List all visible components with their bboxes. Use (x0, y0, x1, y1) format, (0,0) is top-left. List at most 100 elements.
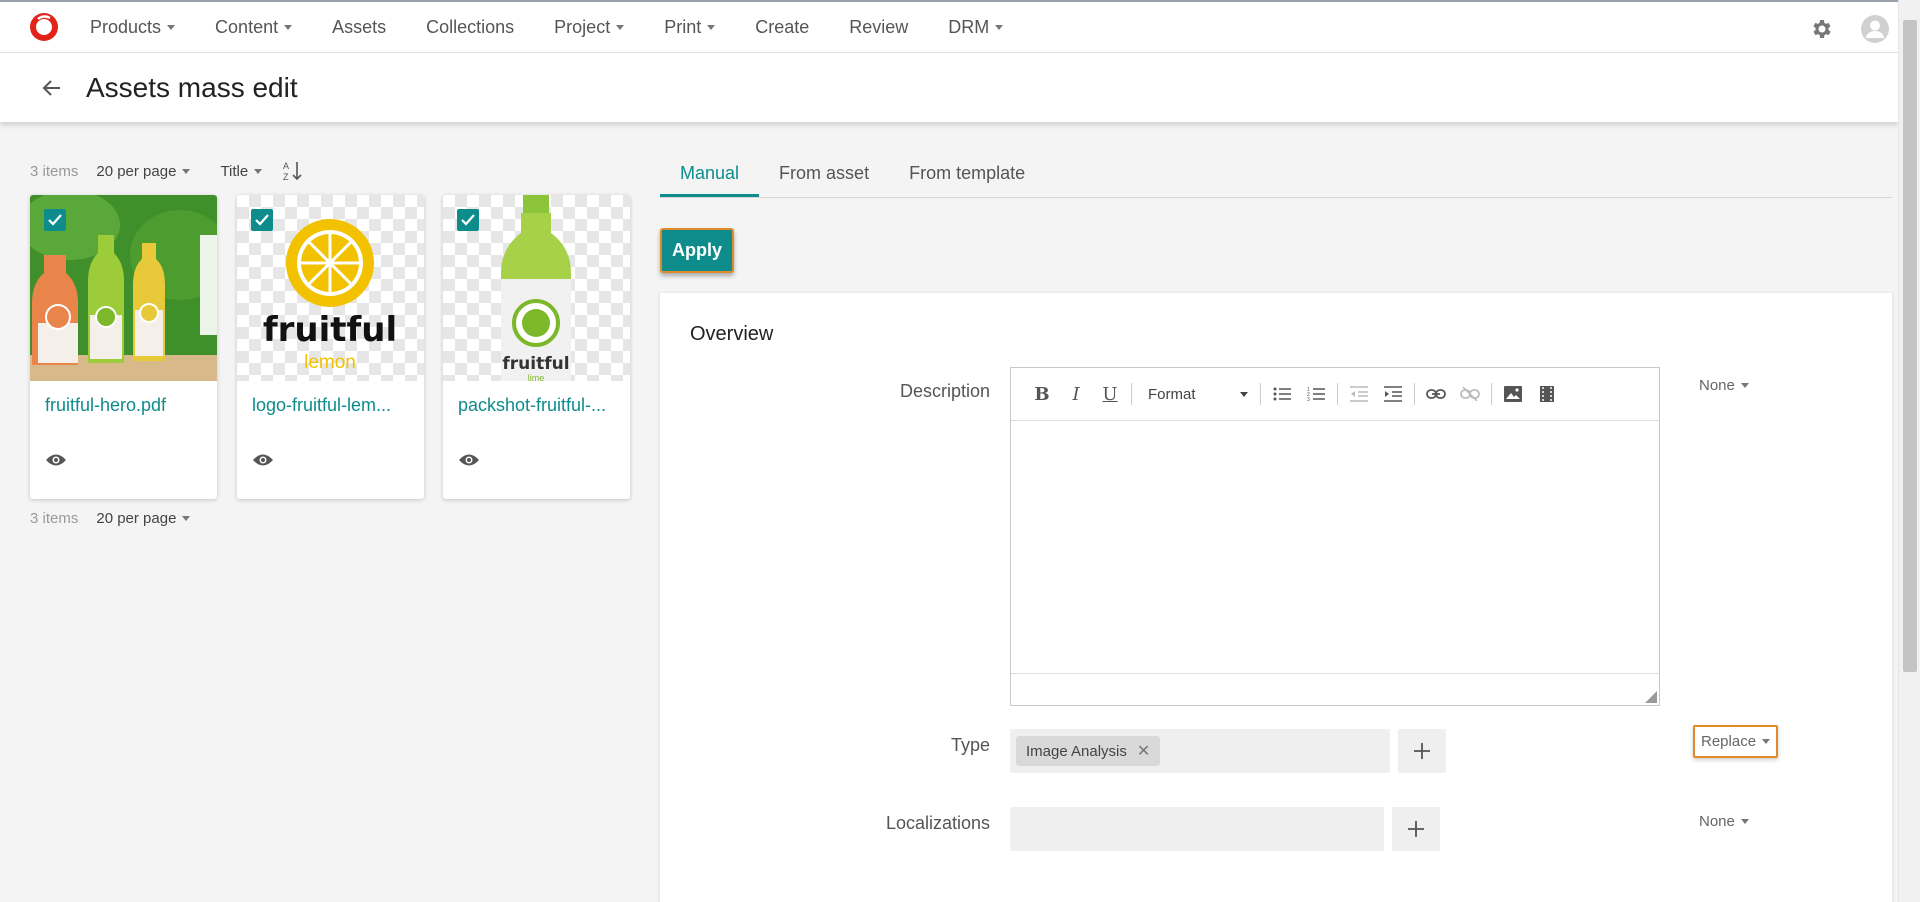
plus-icon (1408, 821, 1424, 837)
italic-icon[interactable]: I (1059, 379, 1093, 409)
underline-icon[interactable]: U (1093, 379, 1127, 409)
type-tag-input[interactable]: Image Analysis ✕ (1010, 729, 1390, 773)
asset-card[interactable]: fruitful-hero.pdf (30, 195, 217, 499)
asset-card[interactable]: fruitful lemon logo-fruitful-lem... (237, 195, 424, 499)
chevron-down-icon (167, 24, 176, 30)
logo-variant-text: lemon (304, 352, 356, 373)
nav-drm[interactable]: DRM (948, 16, 1004, 38)
tab-from-template[interactable]: From template (889, 152, 1045, 197)
localizations-mode-select[interactable]: None (1699, 813, 1749, 830)
indent-icon[interactable] (1376, 379, 1410, 409)
asset-card[interactable]: fruitful lime packshot-fruitful-... (443, 195, 630, 499)
back-arrow-icon[interactable] (40, 76, 64, 100)
chevron-down-icon (1762, 739, 1771, 744)
video-icon[interactable] (1530, 379, 1564, 409)
nav-project[interactable]: Project (554, 17, 625, 38)
nav-label: Create (755, 16, 810, 37)
toolbar-divider (1131, 383, 1132, 405)
nav-right (1810, 2, 1890, 55)
list-toolbar-bottom: 3 items 20 per page (30, 510, 220, 527)
description-editor: B I U Format 123 (1010, 367, 1660, 706)
asset-thumbnail[interactable]: fruitful lemon (237, 195, 424, 381)
nav-collections[interactable]: Collections (426, 17, 514, 38)
format-select[interactable]: Format (1136, 386, 1256, 403)
nav-label: DRM (948, 16, 990, 37)
toolbar-divider (1260, 383, 1261, 405)
packshot-brand-text: fruitful (502, 354, 569, 374)
apply-button[interactable]: Apply (660, 228, 734, 273)
tag-label: Image Analysis (1026, 742, 1127, 760)
sort-label: Title (220, 162, 249, 180)
nav-products[interactable]: Products (90, 16, 176, 38)
edit-mode-tabs: Manual From asset From template (660, 152, 1892, 198)
nav-label: Content (215, 16, 279, 37)
checkmark-icon (48, 214, 62, 226)
description-mode-select[interactable]: None (1699, 377, 1749, 394)
outdent-icon[interactable] (1342, 379, 1376, 409)
image-icon[interactable] (1496, 379, 1530, 409)
add-type-button[interactable] (1398, 729, 1446, 773)
asset-name-link[interactable]: packshot-fruitful-... (458, 395, 606, 416)
select-checkbox[interactable] (251, 209, 273, 231)
chevron-down-icon (1740, 819, 1749, 824)
bullet-list-icon[interactable] (1265, 379, 1299, 409)
user-avatar-icon[interactable] (1860, 14, 1890, 44)
asset-name-link[interactable]: fruitful-hero.pdf (45, 395, 166, 416)
select-checkbox[interactable] (457, 209, 479, 231)
chevron-down-icon (254, 168, 263, 174)
nav-create[interactable]: Create (755, 17, 809, 38)
localizations-tag-input[interactable] (1010, 807, 1384, 851)
checkmark-icon (255, 214, 269, 226)
editor-statusbar (1011, 673, 1659, 705)
plus-icon (1414, 743, 1430, 759)
svg-text:A: A (283, 161, 289, 171)
per-page-select[interactable]: 20 per page (96, 163, 191, 180)
toolbar-divider (1414, 383, 1415, 405)
page-scrollbar[interactable] (1898, 0, 1920, 902)
tab-from-asset[interactable]: From asset (759, 152, 889, 197)
format-label: Format (1148, 385, 1196, 403)
eye-icon[interactable] (458, 452, 480, 468)
unlink-icon[interactable] (1453, 379, 1487, 409)
editor-toolbar: B I U Format 123 (1011, 368, 1659, 421)
section-title: Overview (690, 323, 774, 345)
nav-print[interactable]: Print (664, 16, 716, 38)
close-icon[interactable]: ✕ (1137, 741, 1150, 761)
scrollbar-thumb[interactable] (1903, 20, 1917, 672)
sort-by-select[interactable]: Title (220, 162, 263, 180)
eye-icon[interactable] (252, 452, 274, 468)
bold-icon[interactable]: B (1025, 379, 1059, 409)
asset-thumbnail[interactable] (30, 195, 217, 381)
svg-text:3: 3 (1307, 397, 1310, 402)
asset-name-link[interactable]: logo-fruitful-lem... (252, 395, 391, 416)
toolbar-divider (1337, 383, 1338, 405)
description-text-area[interactable] (1011, 421, 1659, 673)
nav-label: Print (664, 16, 702, 37)
sort-alpha-icon[interactable]: A Z (282, 160, 304, 182)
toolbar-divider (1491, 383, 1492, 405)
add-localization-button[interactable] (1392, 807, 1440, 851)
nav-label: Assets (332, 16, 387, 37)
link-icon[interactable] (1419, 379, 1453, 409)
overview-form: Overview Description B I U Format 123 No… (660, 293, 1892, 902)
per-page-select[interactable]: 20 per page (96, 510, 191, 527)
item-count: 3 items (30, 162, 79, 180)
tab-manual[interactable]: Manual (660, 152, 760, 197)
eye-icon[interactable] (45, 452, 67, 468)
chevron-down-icon (284, 24, 293, 30)
nav-assets[interactable]: Assets (332, 17, 386, 38)
select-checkbox[interactable] (44, 209, 66, 231)
nav-label: Products (90, 16, 162, 37)
type-label: Type (950, 735, 990, 755)
per-page-label: 20 per page (96, 510, 177, 527)
chevron-down-icon (1240, 391, 1248, 397)
nav-content[interactable]: Content (215, 16, 293, 38)
app-logo-icon[interactable] (28, 11, 60, 43)
gear-icon[interactable] (1810, 17, 1834, 41)
numbered-list-icon[interactable]: 123 (1299, 379, 1333, 409)
type-mode-select[interactable]: Replace (1693, 725, 1779, 758)
nav-review[interactable]: Review (849, 17, 908, 38)
asset-thumbnail[interactable]: fruitful lime (443, 195, 630, 381)
list-toolbar-top: 3 items 20 per page Title A Z (30, 160, 304, 182)
resize-handle-icon[interactable] (1645, 691, 1657, 703)
